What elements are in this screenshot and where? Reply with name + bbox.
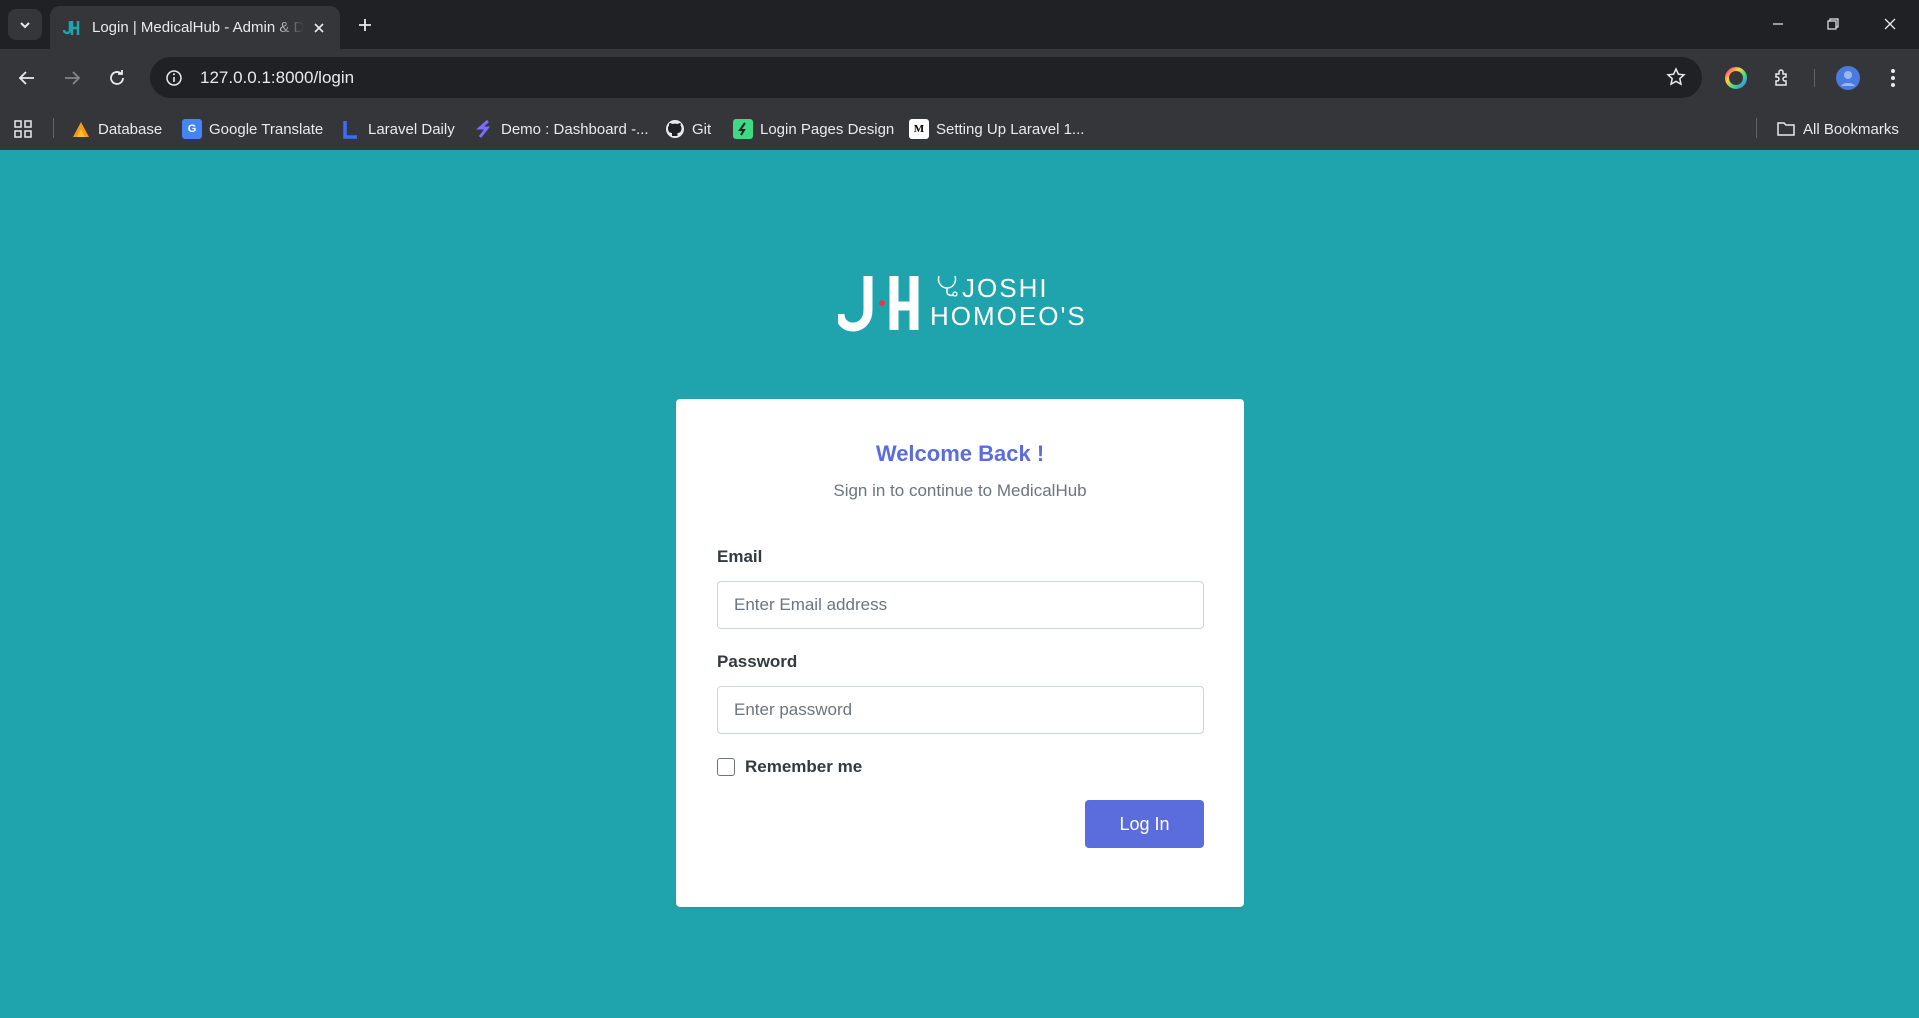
remember-me-row: Remember me bbox=[717, 757, 862, 777]
all-bookmarks-button[interactable]: All Bookmarks bbox=[1776, 115, 1899, 143]
bookmark-google-translate[interactable]: G Google Translate bbox=[182, 115, 323, 143]
database-bookmark-icon bbox=[71, 119, 91, 139]
remember-me-checkbox[interactable] bbox=[717, 758, 735, 776]
browser-toolbar: 127.0.0.1:8000/login bbox=[0, 49, 1919, 106]
login-title: Welcome Back ! bbox=[875, 441, 1045, 466]
browser-menu-button[interactable] bbox=[1876, 61, 1910, 95]
reload-button[interactable] bbox=[100, 61, 134, 95]
bookmark-database[interactable]: Database bbox=[71, 115, 162, 143]
login-card: Welcome Back ! Sign in to continue to Me… bbox=[676, 399, 1244, 907]
bookmark-git[interactable]: Git bbox=[665, 115, 711, 143]
reload-icon bbox=[110, 70, 124, 85]
back-button[interactable] bbox=[10, 61, 44, 95]
bookmark-star-icon[interactable] bbox=[1664, 65, 1688, 89]
restore-icon bbox=[1827, 18, 1839, 30]
log-in-button[interactable]: Log In bbox=[1085, 800, 1204, 848]
avatar-icon bbox=[1836, 66, 1860, 90]
github-icon bbox=[665, 119, 685, 139]
tab-strip: Login | MedicalHub - Admin & Dashboard bbox=[0, 0, 1919, 49]
plus-icon bbox=[359, 19, 371, 31]
logo-line-1: JOSHI bbox=[962, 273, 1049, 303]
new-tab-button[interactable] bbox=[352, 12, 378, 38]
password-field[interactable] bbox=[717, 686, 1204, 734]
kebab-menu-icon bbox=[1891, 69, 1895, 87]
address-bar[interactable]: 127.0.0.1:8000/login bbox=[150, 57, 1702, 98]
tab-title: Login | MedicalHub - Admin & Dashboard bbox=[92, 19, 304, 36]
apps-grid-icon[interactable] bbox=[10, 116, 36, 142]
bookmarks-bar: Database G Google Translate Laravel Dail… bbox=[0, 106, 1919, 150]
url-text: 127.0.0.1:8000/login bbox=[200, 67, 355, 87]
extensions-puzzle-icon[interactable] bbox=[1765, 61, 1799, 95]
remember-me-label[interactable]: Remember me bbox=[745, 757, 862, 777]
color-extension-icon[interactable] bbox=[1719, 61, 1753, 95]
email-label: Email bbox=[717, 547, 763, 566]
tab-search-button[interactable] bbox=[8, 9, 42, 40]
bookmark-login-pages-design[interactable]: Login Pages Design bbox=[733, 115, 894, 143]
bookmark-laravel-daily[interactable]: Laravel Daily bbox=[341, 115, 455, 143]
tab-close-icon[interactable] bbox=[310, 19, 328, 37]
password-label: Password bbox=[717, 652, 798, 671]
email-field[interactable] bbox=[717, 581, 1204, 629]
site-info-icon[interactable] bbox=[156, 60, 192, 96]
jh-favicon-icon bbox=[62, 18, 82, 38]
profile-avatar[interactable] bbox=[1831, 61, 1865, 95]
folder-icon bbox=[1776, 119, 1796, 139]
laravel-daily-icon bbox=[341, 119, 361, 139]
active-tab[interactable]: Login | MedicalHub - Admin & Dashboard bbox=[50, 6, 340, 49]
medium-icon: M bbox=[909, 119, 929, 139]
login-pages-icon bbox=[733, 119, 753, 139]
login-subtitle: Sign in to continue to MedicalHub bbox=[833, 481, 1087, 500]
joshi-homoeo-logo: JOSHI HOMOEO'S bbox=[838, 268, 1085, 336]
bookmark-setting-up-laravel[interactable]: M Setting Up Laravel 1... bbox=[909, 115, 1084, 143]
google-translate-icon: G bbox=[182, 119, 202, 139]
forward-button[interactable] bbox=[55, 61, 89, 95]
demo-dashboard-icon bbox=[474, 119, 494, 139]
restore-button[interactable] bbox=[1811, 9, 1855, 39]
minimize-button[interactable] bbox=[1756, 9, 1800, 39]
logo-line-2: HOMOEO'S bbox=[930, 301, 1087, 331]
minimize-icon bbox=[1773, 23, 1783, 25]
arrow-right-icon bbox=[65, 71, 81, 85]
bookmark-demo-dashboard[interactable]: Demo : Dashboard -... bbox=[474, 115, 649, 143]
arrow-left-icon bbox=[18, 71, 34, 85]
close-icon bbox=[1884, 18, 1896, 30]
close-window-button[interactable] bbox=[1868, 9, 1912, 39]
chevron-down-icon bbox=[20, 21, 30, 28]
